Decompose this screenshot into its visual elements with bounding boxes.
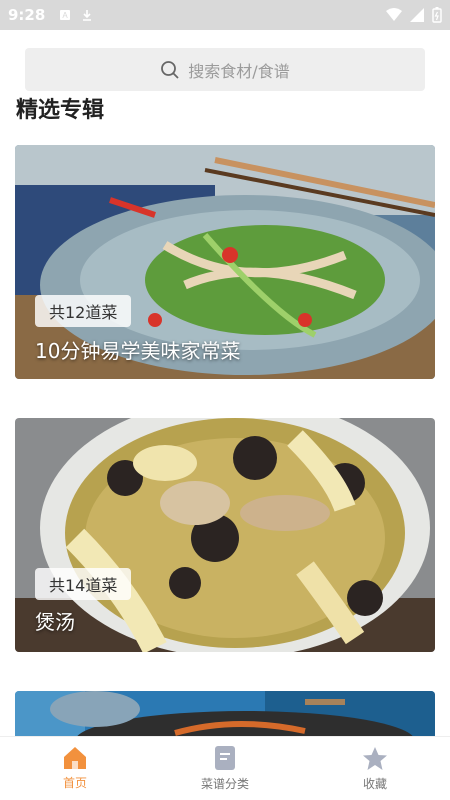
recipe-book-icon [215, 746, 235, 770]
battery-icon [432, 7, 442, 23]
section-title: 精选专辑 [16, 98, 105, 123]
album-card[interactable] [15, 691, 435, 741]
wifi-icon [386, 8, 402, 21]
album-image [15, 691, 435, 741]
search-bar[interactable]: 搜索食材/食谱 [25, 48, 425, 91]
tab-label: 收藏 [362, 776, 387, 791]
tab-recipe-categories[interactable]: 菜谱分类 [150, 737, 300, 800]
status-bar: 9:28 A [0, 0, 450, 30]
dish-count-badge: 共12道菜 [35, 295, 132, 327]
bottom-tab-bar: 首页 菜谱分类 收藏 [0, 736, 450, 800]
tab-favorites[interactable]: 收藏 [300, 737, 450, 800]
album-title: 10分钟易学美味家常菜 [35, 339, 241, 363]
tab-label: 首页 [62, 776, 87, 790]
search-placeholder: 搜索食材/食谱 [188, 61, 290, 81]
album-title: 煲汤 [35, 610, 75, 634]
album-card[interactable]: 共14道菜 煲汤 [15, 418, 435, 652]
status-time: 9:28 [8, 6, 46, 24]
tab-home[interactable]: 首页 [0, 737, 150, 800]
search-icon [161, 60, 179, 79]
signal-icon [410, 8, 424, 22]
svg-text:A: A [63, 11, 69, 20]
home-icon [64, 747, 86, 769]
tab-label: 菜谱分类 [200, 777, 249, 791]
album-list: 共12道菜 10分钟易学美味家常菜 共14道菜 煲汤 [15, 145, 435, 741]
download-icon [83, 10, 92, 21]
star-icon [363, 746, 387, 770]
app-notification-icon: A [60, 10, 71, 20]
album-card[interactable]: 共12道菜 10分钟易学美味家常菜 [15, 145, 435, 379]
dish-count-badge: 共14道菜 [35, 568, 132, 600]
album-image [15, 418, 435, 652]
